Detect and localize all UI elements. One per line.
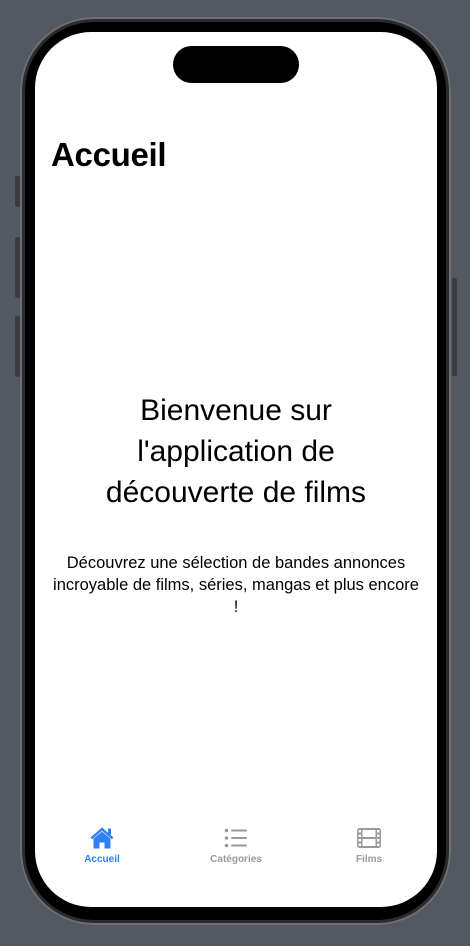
tab-categories-label: Catégories [210,854,262,865]
film-icon [357,828,381,848]
tab-films-label: Films [355,854,383,865]
tab-bar: Accueil Catégories Films [35,820,437,880]
volume-up-button [15,237,20,298]
tab-accueil[interactable]: Accueil [52,820,152,870]
app-screen: Accueil Bienvenue sur l'application de d… [35,32,437,907]
dynamic-island [173,46,299,83]
welcome-description: Découvrez une sélection de bandes annonc… [53,554,419,616]
action-button [15,176,20,207]
power-button [452,278,457,376]
tab-accueil-label: Accueil [84,854,120,865]
list-icon [224,828,247,848]
welcome-title: Bienvenue sur l'application de découvert… [105,394,367,509]
volume-down-button [15,316,20,377]
tab-films[interactable]: Films [319,820,419,870]
page-title: Accueil [51,136,167,173]
house-icon [90,827,114,849]
tab-categories[interactable]: Catégories [186,820,286,870]
